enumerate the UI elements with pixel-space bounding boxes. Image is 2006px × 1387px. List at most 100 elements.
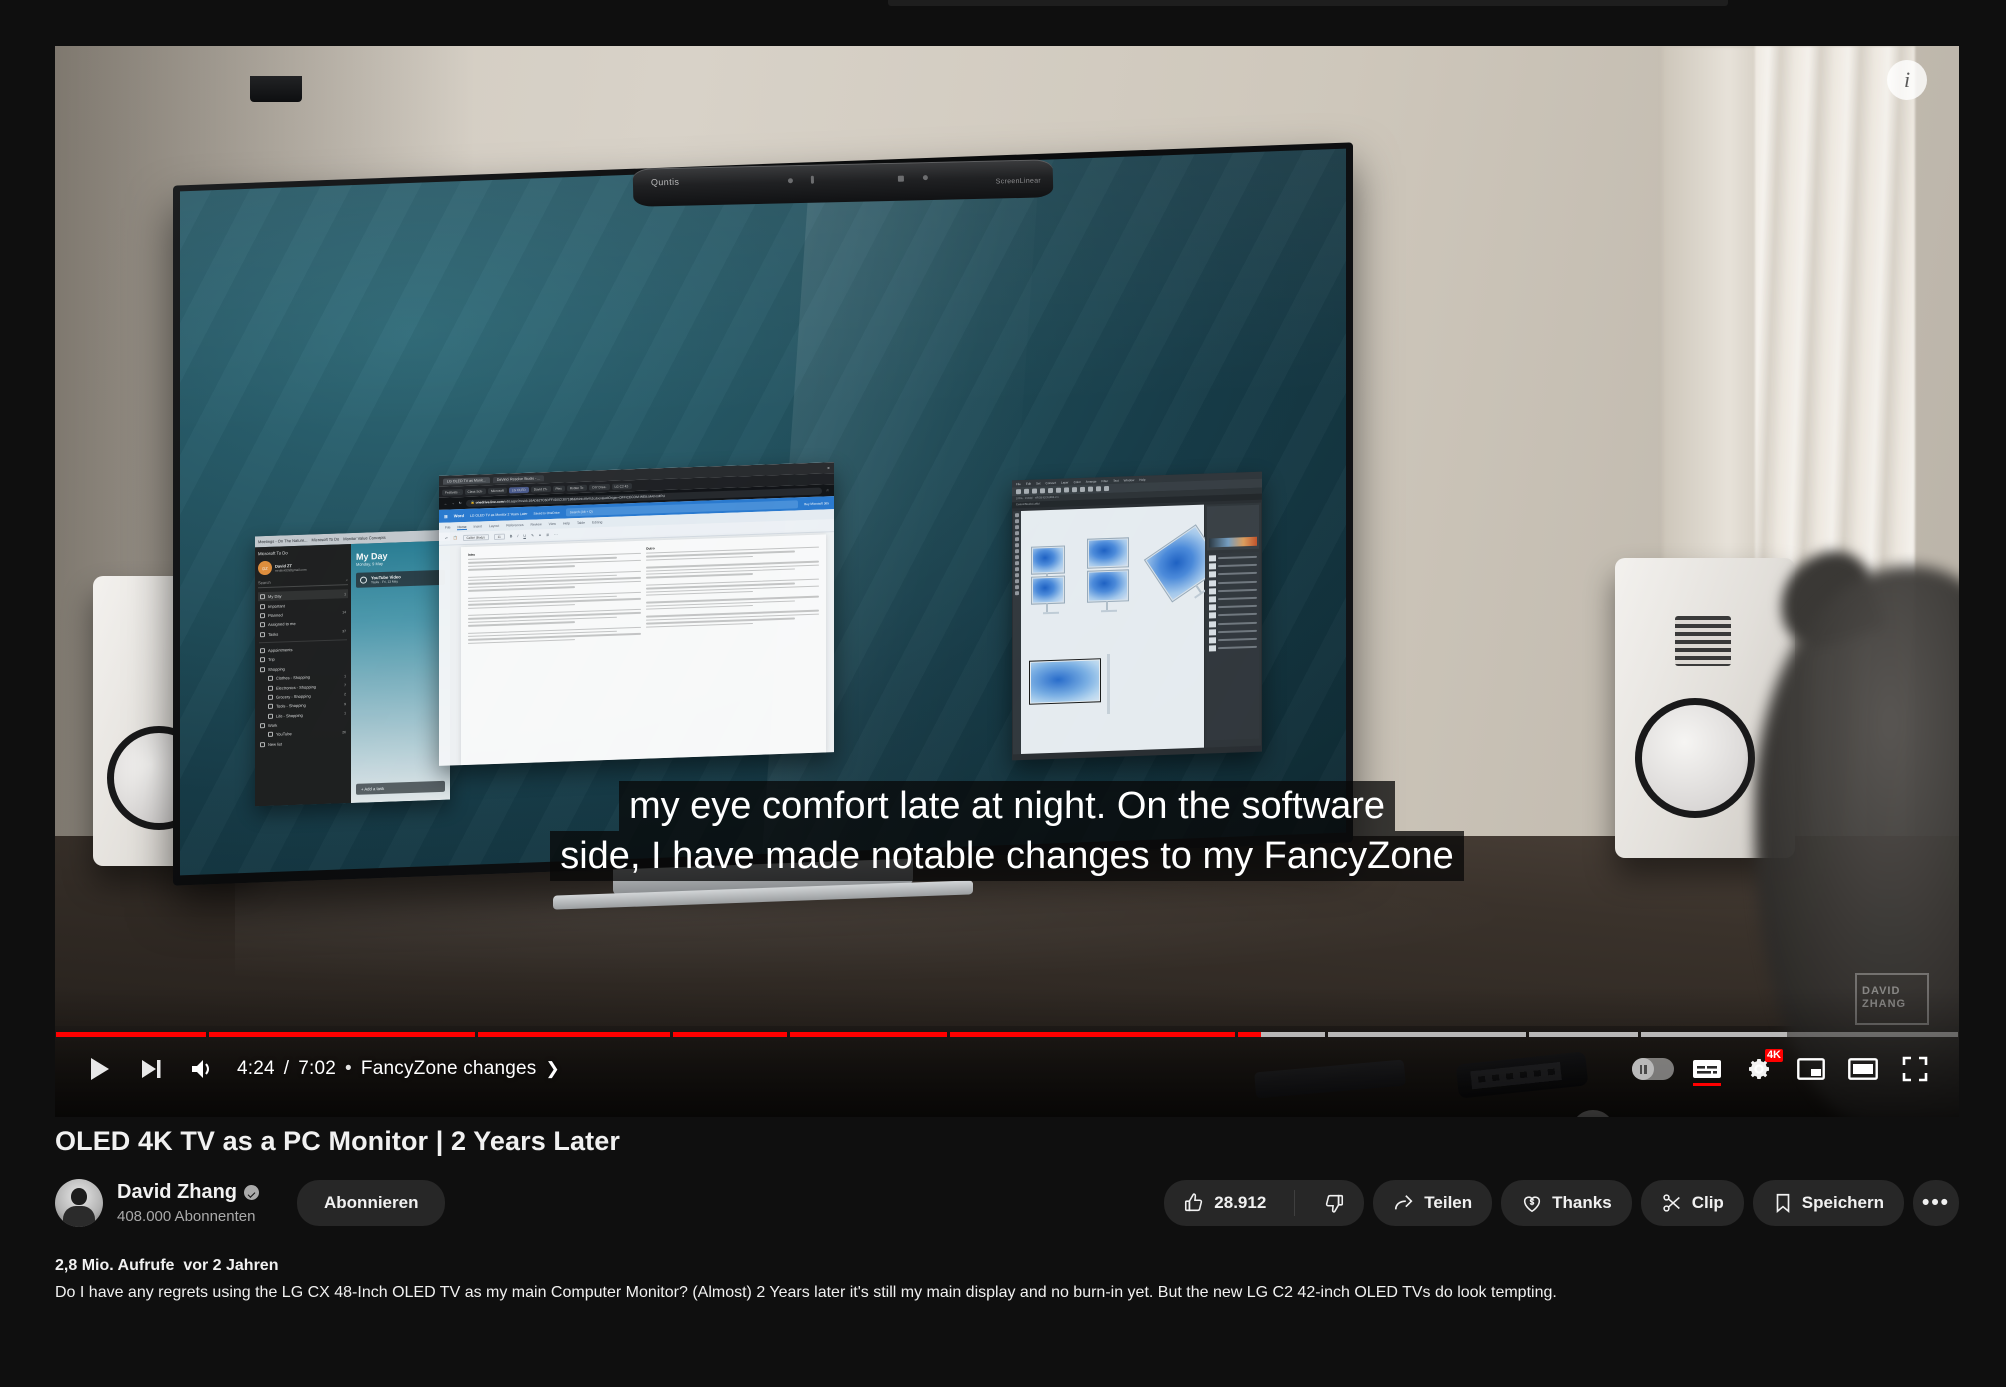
menu-item[interactable]: Help xyxy=(1139,477,1145,481)
menu-item[interactable]: File xyxy=(1016,482,1021,486)
browser-tab[interactable]: Rotten To· xyxy=(566,484,588,491)
layer-row[interactable] xyxy=(1209,554,1257,562)
todo-sidebar[interactable]: Microsoft To Do DZ David ZT mrdavidzt@gm… xyxy=(255,544,351,807)
menu-item[interactable]: Window xyxy=(1124,478,1135,482)
more-icon[interactable]: ⋯ xyxy=(554,533,558,537)
menu-item[interactable]: Set xyxy=(1036,481,1041,485)
chapter-segments[interactable] xyxy=(56,1032,1958,1037)
editor-layers-panel[interactable] xyxy=(1207,551,1259,741)
menu-item[interactable]: Text xyxy=(1113,478,1119,482)
font-family-select[interactable]: Calibri (Body) xyxy=(462,534,489,542)
fullscreen-icon[interactable] xyxy=(1889,1043,1941,1095)
more-actions-button[interactable]: ••• xyxy=(1913,1180,1959,1226)
italic-icon[interactable]: I xyxy=(517,534,518,538)
ribbon-tab[interactable]: Table xyxy=(577,521,585,525)
chapter-segment[interactable] xyxy=(1641,1032,1958,1037)
dislike-button[interactable] xyxy=(1304,1180,1364,1226)
ribbon-tab[interactable]: View xyxy=(549,522,556,526)
volume-icon[interactable] xyxy=(177,1043,229,1095)
todo-smart-lists[interactable]: My Day 1 Important Planned 14 Assigned to me T… xyxy=(258,589,348,639)
word-doc-name[interactable]: LG OLED TV as Monitor 2 Years Later xyxy=(470,511,528,517)
action-buttons[interactable]: 28.912 Teilen Thanks Clip Speichern ••• xyxy=(1164,1180,1959,1226)
ribbon-tab[interactable]: Home xyxy=(457,524,467,530)
todo-add-task-button[interactable]: + Add a task xyxy=(356,780,445,795)
layer-row[interactable] xyxy=(1209,603,1257,611)
ribbon-tab[interactable]: Layout xyxy=(489,524,499,528)
ribbon-tab[interactable]: Insert xyxy=(474,524,482,528)
gear-icon[interactable]: 4K xyxy=(1733,1043,1785,1095)
browser-tab[interactable]: Microsoft xyxy=(487,487,507,494)
menu-item[interactable]: Edit xyxy=(1026,481,1031,485)
todo-tab-2[interactable]: Microsoft To Do xyxy=(312,536,340,542)
channel-name-row[interactable]: David Zhang xyxy=(117,1181,260,1204)
layer-row[interactable] xyxy=(1209,627,1257,636)
browser-tab[interactable]: Class Sch· xyxy=(464,487,486,495)
subscribe-button[interactable]: Abonnieren xyxy=(297,1180,446,1226)
chevron-right-icon[interactable]: ❯ xyxy=(545,1059,559,1079)
word-buy-365-link[interactable]: Buy Microsoft 365 xyxy=(804,501,829,506)
window-photo-editor[interactable]: File Edit Set Convert Layer Color Arrange Filte… xyxy=(1012,471,1262,761)
editor-canvas[interactable] xyxy=(1021,504,1225,755)
player-controls[interactable]: 4:24 / 7:02 • FancyZone changes ❯ 4K xyxy=(55,1043,1959,1095)
bold-icon[interactable]: B xyxy=(510,534,513,538)
menu-item[interactable]: Arrange xyxy=(1086,479,1097,483)
highlight-icon[interactable]: ✎ xyxy=(531,534,534,538)
layer-row[interactable] xyxy=(1209,636,1257,644)
browser-tab[interactable]: LG OLED xyxy=(508,486,529,493)
window-microsoft-todo[interactable]: Meetings - On The Nature... Microsoft To… xyxy=(255,529,450,807)
ribbon-tab[interactable]: References xyxy=(506,523,523,528)
list-item[interactable]: New list xyxy=(258,737,348,750)
menu-item[interactable]: Color xyxy=(1074,479,1081,483)
menu-item[interactable]: Convert xyxy=(1046,480,1057,484)
layer-row[interactable] xyxy=(1209,644,1257,652)
channel-watermark[interactable]: DAVID ZHANG xyxy=(1855,973,1929,1025)
menu-item[interactable]: Layer xyxy=(1061,480,1069,484)
back-icon[interactable]: ← xyxy=(444,502,447,506)
time-and-chapter-display[interactable]: 4:24 / 7:02 • FancyZone changes ❯ xyxy=(237,1058,560,1080)
clip-button[interactable]: Clip xyxy=(1640,1180,1744,1226)
play-icon[interactable] xyxy=(73,1043,125,1095)
layer-row[interactable] xyxy=(1209,611,1257,619)
chapter-segment[interactable] xyxy=(56,1032,206,1037)
browser-tab[interactable]: DIY Drea· xyxy=(589,483,610,491)
window-tab-1[interactable]: LG OLED TV as Monit... xyxy=(443,476,490,485)
window-tab-2[interactable]: DaVinci Resolve Studio - ... xyxy=(492,474,545,483)
word-document-body[interactable]: Intro Outro xyxy=(461,534,826,766)
miniplayer-icon[interactable] xyxy=(1785,1043,1837,1095)
layer-row[interactable] xyxy=(1209,570,1257,578)
chapter-segment[interactable] xyxy=(1529,1032,1639,1037)
autoplay-toggle[interactable] xyxy=(1625,1043,1681,1095)
ribbon-tab[interactable]: File xyxy=(445,525,450,529)
todo-tab-1[interactable]: Meetings - On The Nature... xyxy=(258,538,308,545)
progress-bar[interactable] xyxy=(56,1028,1958,1040)
todo-account[interactable]: DZ David ZT mrdavidzt@gmail.com xyxy=(258,558,348,576)
underline-icon[interactable]: U xyxy=(523,534,526,538)
controls-right[interactable]: 4K xyxy=(1625,1043,1941,1095)
todo-task-item[interactable]: YouTube Video Tasks · Fri, 13 May xyxy=(356,569,445,588)
todo-custom-lists[interactable]: Appointments Trip Shopping Clothes - Shoppi… xyxy=(258,643,348,749)
undo-icon[interactable]: ↶ xyxy=(445,537,448,541)
avatar[interactable] xyxy=(55,1179,103,1227)
channel-name[interactable]: David Zhang xyxy=(117,1181,237,1204)
thanks-button[interactable]: Thanks xyxy=(1501,1180,1632,1226)
browser-tab[interactable]: LG C2 42· xyxy=(611,482,633,490)
share-button[interactable]: Teilen xyxy=(1373,1180,1493,1226)
menu-item[interactable]: Filter xyxy=(1101,479,1108,483)
next-video-icon[interactable] xyxy=(125,1043,177,1095)
todo-search-input[interactable]: Search ⌕ xyxy=(258,577,348,589)
chapter-segment[interactable] xyxy=(1238,1032,1325,1037)
chapter-segment[interactable] xyxy=(209,1032,476,1037)
subtitles-icon[interactable] xyxy=(1681,1043,1733,1095)
browser-tab[interactable]: David Zh· xyxy=(530,485,551,493)
bullet-list-icon[interactable]: ≡ xyxy=(539,533,541,537)
layer-row[interactable] xyxy=(1209,595,1257,603)
star-icon[interactable]: ☆ xyxy=(826,488,829,492)
reload-icon[interactable]: ↻ xyxy=(459,501,462,505)
font-size-select[interactable]: 11 xyxy=(493,533,505,540)
theater-mode-icon[interactable] xyxy=(1837,1043,1889,1095)
browser-tab[interactable]: Plex xyxy=(552,485,565,492)
editor-right-panels[interactable] xyxy=(1205,502,1261,748)
save-button[interactable]: Speichern xyxy=(1752,1180,1904,1226)
chapter-title[interactable]: FancyZone changes xyxy=(361,1058,537,1080)
chapter-segment[interactable] xyxy=(1327,1032,1527,1037)
